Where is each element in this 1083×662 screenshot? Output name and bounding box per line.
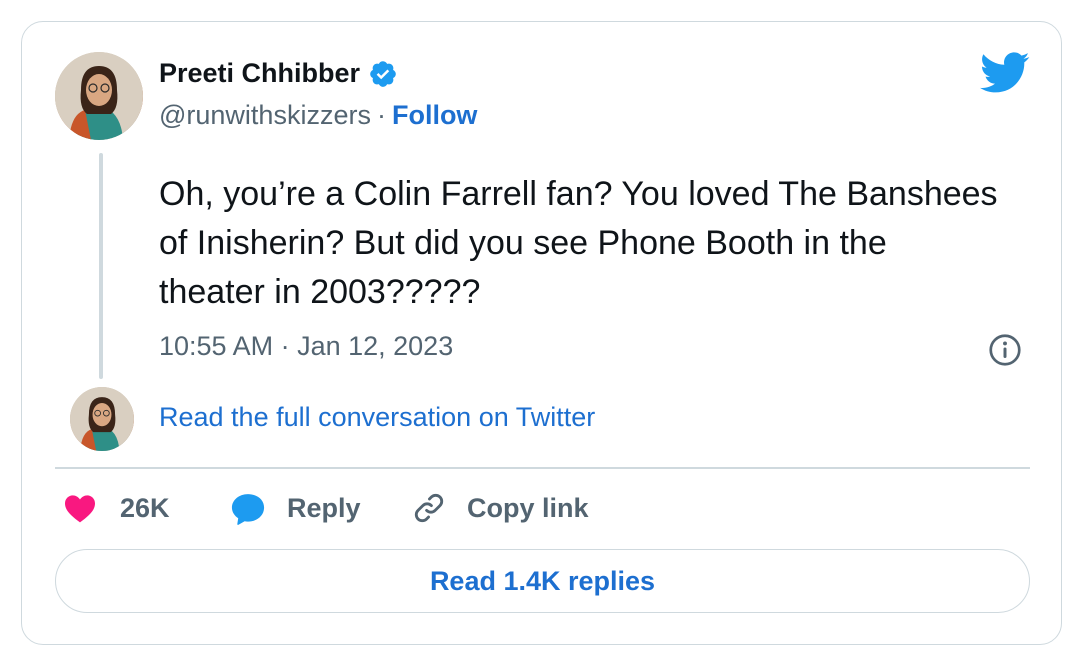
like-button[interactable]: 26K — [62, 490, 170, 526]
heart-icon — [65, 495, 95, 523]
author-avatar[interactable] — [55, 52, 143, 140]
read-full-conversation-link[interactable]: Read the full conversation on Twitter — [159, 402, 595, 433]
link-icon — [414, 493, 444, 523]
reply-label: Reply — [287, 492, 361, 523]
author-display-name[interactable]: Preeti Chhibber — [159, 58, 360, 89]
author-handle-row: @runwithskizzers · Follow — [159, 100, 477, 131]
info-icon[interactable] — [987, 332, 1023, 368]
handle-separator: · — [376, 100, 386, 130]
author-handle[interactable]: @runwithskizzers — [159, 100, 371, 131]
divider — [55, 467, 1030, 469]
like-count: 26K — [120, 492, 170, 523]
tweet-text: Oh, you’re a Colin Farrell fan? You love… — [159, 175, 998, 311]
read-replies-button[interactable]: Read 1.4K replies — [55, 549, 1030, 613]
speech-bubble-icon — [231, 494, 265, 525]
tweet-timestamp[interactable]: 10:55 AM · Jan 12, 2023 — [159, 331, 453, 362]
tweet-card: Preeti Chhibber @runwithskizzers · Follo… — [21, 21, 1062, 645]
author-name-row: Preeti Chhibber — [159, 58, 398, 89]
reply-button[interactable]: Reply — [229, 490, 361, 526]
thread-line — [99, 153, 103, 379]
copy-link-label: Copy link — [467, 492, 589, 523]
follow-button[interactable]: Follow — [392, 100, 477, 131]
twitter-bird-icon[interactable] — [980, 52, 1030, 94]
conversation-avatar — [70, 387, 134, 451]
verified-badge-icon — [368, 59, 398, 89]
copy-link-button[interactable]: Copy link — [411, 490, 589, 526]
